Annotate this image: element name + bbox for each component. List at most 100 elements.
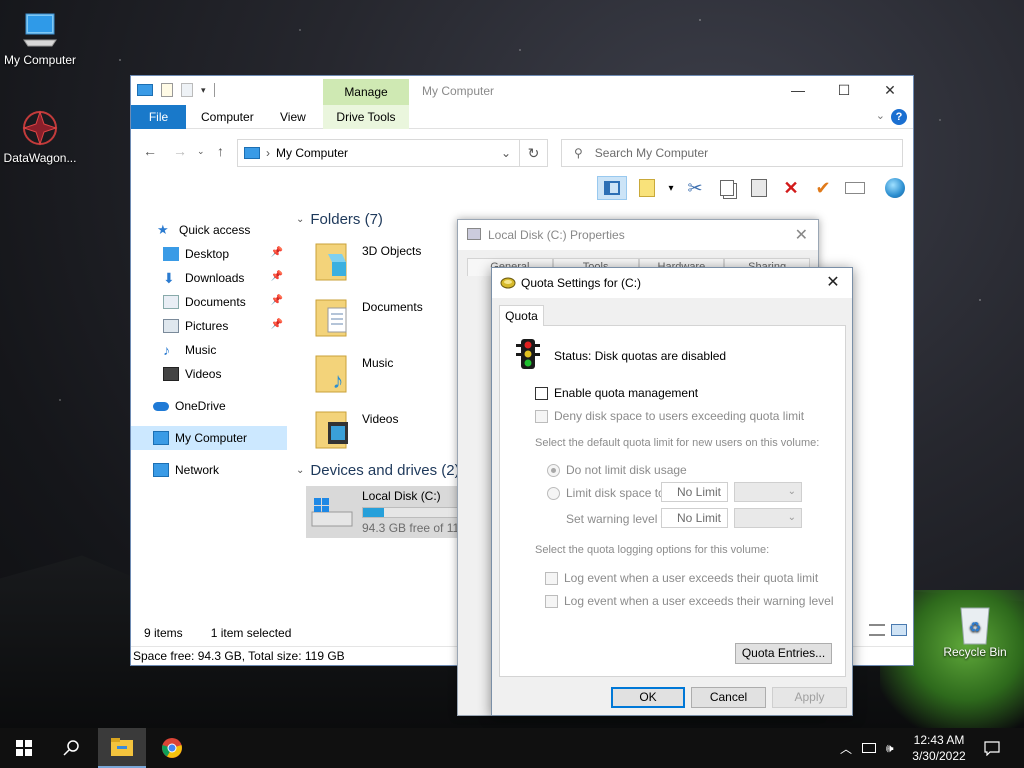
tab-view[interactable]: View	[280, 105, 306, 129]
close-button[interactable]: ✕	[867, 76, 913, 105]
copy-icon[interactable]	[715, 176, 739, 200]
close-icon[interactable]: ✕	[795, 225, 808, 245]
log-quota-checkbox[interactable]	[545, 571, 558, 585]
rename-icon[interactable]	[843, 176, 867, 200]
address-dropdown-icon[interactable]: ⌄	[501, 146, 519, 160]
nav-item-music[interactable]: ♪ Music	[131, 338, 287, 362]
enable-quota-label[interactable]: Enable quota management	[554, 386, 698, 400]
preview-pane-icon[interactable]	[597, 176, 627, 200]
nav-item-downloads[interactable]: ⬇ Downloads 📌	[131, 266, 287, 290]
deny-space-label: Deny disk space to users exceeding quota…	[554, 409, 805, 423]
customize-qa-icon[interactable]: ▾	[201, 85, 206, 96]
globe-icon[interactable]	[883, 176, 907, 200]
log-quota-label: Log event when a user exceeds their quot…	[564, 571, 819, 585]
recent-dropdown-icon[interactable]: ⌄	[197, 146, 205, 157]
warning-unit-select[interactable]: ⌄	[734, 508, 802, 528]
nav-item-documents[interactable]: Documents 📌	[131, 290, 287, 314]
folder-3d-objects[interactable]: 3D Objects	[314, 238, 464, 288]
forward-arrow-icon[interactable]: →	[173, 143, 187, 159]
tab-drive-tools[interactable]: Drive Tools	[323, 105, 409, 129]
nav-item-desktop[interactable]: Desktop 📌	[131, 242, 287, 266]
chevron-down-icon[interactable]: ⌄	[876, 109, 885, 122]
tab-manage[interactable]: Manage	[323, 79, 409, 105]
show-hidden-icons-chevron-icon[interactable]: ︿	[840, 740, 852, 757]
folder-documents[interactable]: Documents	[314, 294, 464, 344]
up-arrow-icon[interactable]: ↑	[217, 143, 224, 159]
svg-text:♪: ♪	[333, 368, 344, 393]
desktop-icon-my-computer[interactable]: My Computer	[0, 10, 80, 67]
tab-computer[interactable]: Computer	[201, 105, 254, 129]
limit-space-radio[interactable]	[547, 486, 560, 500]
log-quota-row[interactable]: Log event when a user exceeds their quot…	[545, 571, 818, 585]
devices-group-header[interactable]: ⌄ Devices and drives (2)	[296, 462, 460, 479]
nav-item-videos[interactable]: Videos	[131, 362, 287, 386]
pin-icon[interactable]: 📌	[271, 271, 283, 282]
refresh-button[interactable]: ↻	[520, 139, 548, 167]
enable-quota-row[interactable]: Enable quota management	[535, 386, 698, 400]
drive-local-disk-c[interactable]: Local Disk (C:) 94.3 GB free of 119	[306, 486, 466, 538]
log-warning-checkbox[interactable]	[545, 594, 558, 608]
clock[interactable]: 12:43 AM 3/30/2022	[900, 732, 978, 764]
breadcrumb-separator-icon[interactable]: ›	[266, 146, 270, 160]
new-item-icon[interactable]	[635, 176, 659, 200]
limit-space-row[interactable]: Limit disk space to	[547, 486, 665, 500]
pin-icon[interactable]: 📌	[271, 247, 283, 258]
limit-unit-select[interactable]: ⌄	[734, 482, 802, 502]
quota-entries-button[interactable]: Quota Entries...	[735, 643, 832, 664]
new-item-dropdown-icon[interactable]: ▾	[659, 176, 683, 200]
apply-button[interactable]: Apply	[772, 687, 847, 708]
nav-item-onedrive[interactable]: OneDrive	[131, 394, 287, 418]
cancel-button[interactable]: Cancel	[691, 687, 766, 708]
close-icon[interactable]: ✕	[822, 272, 844, 292]
no-limit-radio[interactable]	[547, 463, 560, 477]
desktop-icon-datawagon[interactable]: DataWagon...	[0, 108, 80, 165]
folder-videos[interactable]: Videos	[314, 406, 464, 456]
tab-file[interactable]: File	[131, 105, 186, 129]
pin-icon[interactable]: 📌	[271, 295, 283, 306]
help-icon[interactable]: ?	[891, 109, 907, 125]
pin-icon[interactable]: 📌	[271, 319, 283, 330]
folder-music[interactable]: ♪ Music	[314, 350, 464, 400]
music-icon: ♪	[163, 342, 170, 358]
cut-icon[interactable]: ✂	[683, 176, 707, 200]
folders-group-header[interactable]: ⌄ Folders (7)	[296, 211, 383, 228]
ok-button[interactable]: OK	[611, 687, 685, 708]
action-center-button[interactable]	[968, 728, 1016, 768]
details-view-icon[interactable]	[869, 624, 885, 636]
large-icons-view-icon[interactable]	[891, 624, 907, 636]
logging-text: Select the quota logging options for thi…	[535, 544, 770, 556]
nav-item-pictures[interactable]: Pictures 📌	[131, 314, 287, 338]
nav-item-label: Desktop	[185, 247, 230, 261]
enable-quota-checkbox[interactable]	[535, 386, 548, 400]
paste-icon[interactable]	[747, 176, 771, 200]
back-arrow-icon[interactable]: ←	[143, 143, 157, 159]
delete-icon[interactable]: ✕	[779, 176, 803, 200]
no-limit-row[interactable]: Do not limit disk usage	[547, 463, 687, 477]
volume-icon[interactable]: 🕪	[886, 741, 894, 756]
desktop-icon-label: DataWagon...	[3, 151, 77, 165]
tab-quota[interactable]: Quota	[499, 305, 544, 326]
address-bar[interactable]: › My Computer ⌄	[237, 139, 520, 167]
default-limit-text: Select the default quota limit for new u…	[535, 437, 820, 449]
limit-space-input[interactable]: No Limit	[661, 482, 728, 502]
nav-item-network[interactable]: Network	[131, 458, 287, 482]
network-icon[interactable]	[862, 743, 877, 753]
checkmark-icon[interactable]: ✔	[811, 176, 835, 200]
start-button[interactable]	[0, 728, 48, 768]
taskbar-chrome[interactable]	[148, 728, 196, 768]
deny-space-row[interactable]: Deny disk space to users exceeding quota…	[535, 409, 804, 423]
taskbar-file-explorer[interactable]	[98, 728, 146, 768]
search-input[interactable]: ⚲ Search My Computer	[561, 139, 903, 167]
new-folder-icon[interactable]	[181, 83, 193, 97]
nav-item-my-computer[interactable]: My Computer	[131, 426, 287, 450]
deny-space-checkbox[interactable]	[535, 409, 548, 423]
no-limit-label: Do not limit disk usage	[566, 463, 687, 477]
desktop-icon-recycle-bin[interactable]: ♻ Recycle Bin	[935, 602, 1015, 659]
search-button[interactable]	[48, 728, 96, 768]
nav-item-quick-access[interactable]: ★ Quick access	[131, 218, 287, 242]
log-warning-row[interactable]: Log event when a user exceeds their warn…	[545, 594, 834, 608]
maximize-button[interactable]: ☐	[821, 76, 867, 105]
warning-level-input[interactable]: No Limit	[661, 508, 728, 528]
properties-icon[interactable]	[161, 83, 173, 97]
minimize-button[interactable]: —	[775, 76, 821, 105]
